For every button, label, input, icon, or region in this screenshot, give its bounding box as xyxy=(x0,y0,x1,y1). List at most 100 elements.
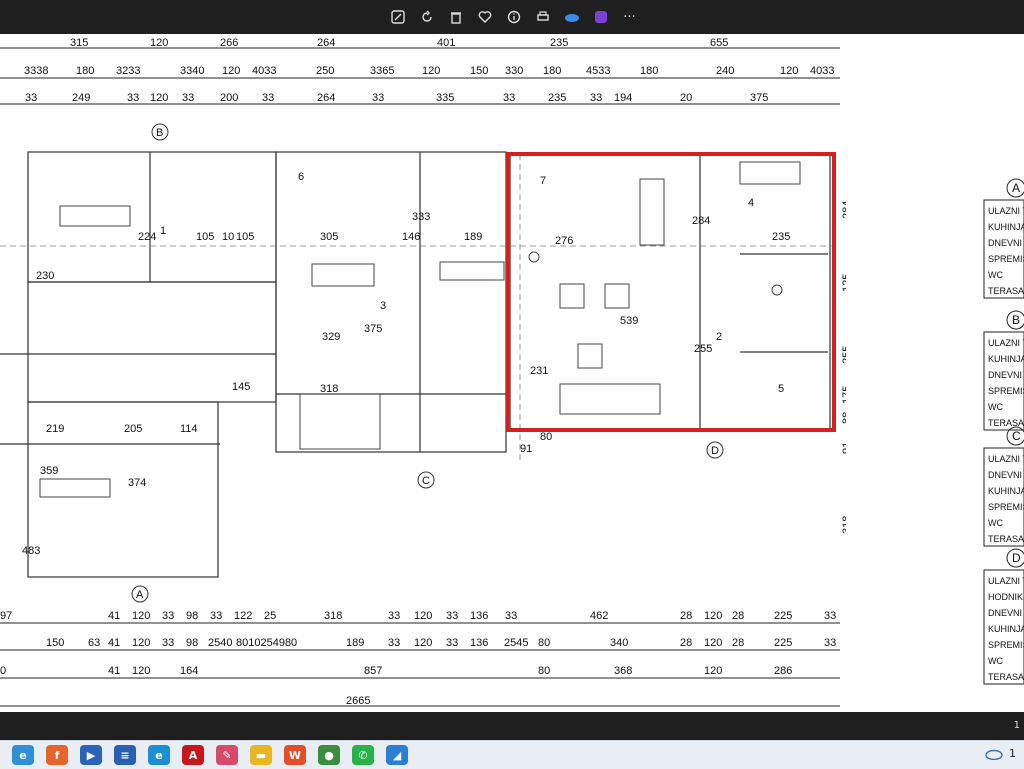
svg-text:DNEVNI: DNEVNI xyxy=(988,470,1022,480)
svg-text:91: 91 xyxy=(520,443,532,455)
svg-text:335: 335 xyxy=(436,92,454,104)
svg-text:28: 28 xyxy=(680,637,692,649)
svg-text:375: 375 xyxy=(364,323,382,335)
svg-text:329: 329 xyxy=(322,331,340,343)
svg-text:10: 10 xyxy=(222,231,234,243)
svg-text:SPREMIŠ: SPREMIŠ xyxy=(988,254,1024,264)
dims-row-3: 33 249 33 120 33 200 33 264 33 335 33 23… xyxy=(25,92,768,104)
svg-text:330: 330 xyxy=(505,65,523,77)
more-label: ··· xyxy=(623,9,636,25)
svg-text:375: 375 xyxy=(750,92,768,104)
svg-text:120: 120 xyxy=(704,665,722,677)
svg-text:136: 136 xyxy=(470,637,488,649)
svg-text:284: 284 xyxy=(841,201,846,219)
page-indicator: 1 xyxy=(1013,720,1020,731)
svg-text:98: 98 xyxy=(186,610,198,622)
svg-text:189: 189 xyxy=(346,637,364,649)
svg-text:3: 3 xyxy=(380,300,386,312)
svg-text:80: 80 xyxy=(538,665,550,677)
svg-text:33: 33 xyxy=(824,637,836,649)
svg-text:180: 180 xyxy=(543,65,561,77)
svg-text:318: 318 xyxy=(320,383,338,395)
svg-text:25: 25 xyxy=(264,610,276,622)
svg-text:225: 225 xyxy=(774,610,792,622)
movie-icon[interactable]: ▶ xyxy=(80,745,102,765)
svg-text:KUHINJA: KUHINJA xyxy=(988,222,1024,232)
svg-text:401: 401 xyxy=(437,37,455,49)
svg-text:3233: 3233 xyxy=(116,65,140,77)
svg-text:105: 105 xyxy=(196,231,214,243)
svg-text:SPREMIŠ: SPREMIŠ xyxy=(988,502,1024,512)
cloud-icon[interactable] xyxy=(985,748,1003,760)
svg-text:80: 80 xyxy=(538,637,550,649)
svg-text:120: 120 xyxy=(132,665,150,677)
system-tray: 1 xyxy=(985,747,1016,760)
favorite-icon[interactable] xyxy=(475,8,494,26)
dims-bottom-1: 97 41 120 33 98 33 122 25 318 33 120 33 … xyxy=(0,610,836,622)
svg-text:250: 250 xyxy=(316,65,334,77)
onedrive-icon[interactable] xyxy=(562,8,581,26)
svg-text:235: 235 xyxy=(550,37,568,49)
svg-text:33: 33 xyxy=(505,610,517,622)
svg-text:33: 33 xyxy=(824,610,836,622)
svg-text:TERASA C: TERASA C xyxy=(988,418,1024,428)
firefox-icon[interactable]: f xyxy=(46,745,68,765)
svg-text:175: 175 xyxy=(841,386,846,404)
docs-icon[interactable]: ≡ xyxy=(114,745,136,765)
delete-icon[interactable] xyxy=(446,8,465,26)
svg-text:120: 120 xyxy=(150,37,168,49)
svg-text:340: 340 xyxy=(610,637,628,649)
tray-time: 1 xyxy=(1009,747,1016,760)
svg-text:150: 150 xyxy=(46,637,64,649)
office-icon[interactable]: W xyxy=(284,745,306,765)
whatsapp-icon[interactable]: ✆ xyxy=(352,745,374,765)
room-legend: A ULAZNI T KUHINJA DNEVNI SPREMIŠ WC TER… xyxy=(983,178,1024,685)
clipchamp-icon[interactable] xyxy=(591,8,610,26)
axis-markers: A B C D xyxy=(131,123,724,603)
svg-text:0: 0 xyxy=(0,665,6,677)
viewer-statusbar: 1 xyxy=(0,712,1024,740)
svg-text:318: 318 xyxy=(841,516,846,534)
svg-text:DNEVNI: DNEVNI xyxy=(988,370,1022,380)
photos-icon[interactable]: ◢ xyxy=(386,745,408,765)
svg-text:41: 41 xyxy=(108,665,120,677)
svg-text:33: 33 xyxy=(388,610,400,622)
svg-text:DNEVNI: DNEVNI xyxy=(988,238,1022,248)
svg-text:ULAZNI T: ULAZNI T xyxy=(988,206,1024,216)
svg-text:33: 33 xyxy=(590,92,602,104)
svg-text:A: A xyxy=(1012,181,1020,195)
legend-group-a: A ULAZNI T KUHINJA DNEVNI SPREMIŠ WC TER… xyxy=(983,178,1024,299)
svg-text:305: 305 xyxy=(320,231,338,243)
svg-text:164: 164 xyxy=(180,665,198,677)
paint-icon[interactable]: ✎ xyxy=(216,745,238,765)
more-icon[interactable]: ··· xyxy=(620,8,639,26)
svg-text:286: 286 xyxy=(774,665,792,677)
svg-text:150: 150 xyxy=(470,65,488,77)
edge-legacy-icon[interactable]: e xyxy=(12,745,34,765)
svg-text:C: C xyxy=(1012,429,1021,443)
print-icon[interactable] xyxy=(533,8,552,26)
svg-text:264: 264 xyxy=(317,37,335,49)
svg-text:120: 120 xyxy=(704,610,722,622)
total-width: 2665 xyxy=(346,695,370,707)
svg-text:33: 33 xyxy=(210,610,222,622)
acrobat-icon[interactable]: A xyxy=(182,745,204,765)
edit-icon[interactable] xyxy=(388,8,407,26)
svg-text:462: 462 xyxy=(590,610,608,622)
rotate-icon[interactable] xyxy=(417,8,436,26)
svg-text:240: 240 xyxy=(716,65,734,77)
folder-icon[interactable]: ▬ xyxy=(250,745,272,765)
edge-icon[interactable]: e xyxy=(148,745,170,765)
svg-text:80: 80 xyxy=(540,431,552,443)
svg-text:4533: 4533 xyxy=(586,65,610,77)
windows-taskbar: e f ▶ ≡ e A ✎ ▬ W ● ✆ ◢ 1 xyxy=(0,740,1024,769)
svg-text:235: 235 xyxy=(772,231,790,243)
info-icon[interactable] xyxy=(504,8,523,26)
svg-text:TERASA C: TERASA C xyxy=(988,534,1024,544)
svg-text:4033: 4033 xyxy=(252,65,276,77)
svg-text:SPREMIŠ: SPREMIŠ xyxy=(988,386,1024,396)
svg-text:6: 6 xyxy=(298,171,304,183)
svg-text:91: 91 xyxy=(841,442,846,454)
svg-text:315: 315 xyxy=(70,37,88,49)
chrome-icon[interactable]: ● xyxy=(318,745,340,765)
